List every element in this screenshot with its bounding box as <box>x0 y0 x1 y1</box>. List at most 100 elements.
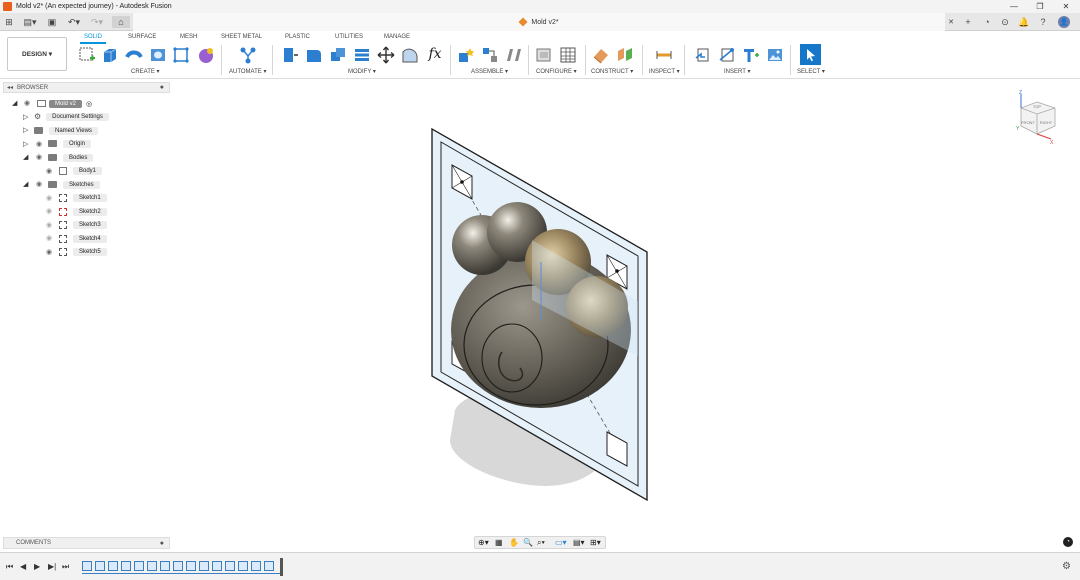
measure-icon[interactable] <box>655 46 673 64</box>
group-create[interactable]: CREATE ▾ <box>131 68 160 75</box>
visibility-eye-icon[interactable]: ◉ <box>46 221 52 229</box>
view-cube[interactable]: TOP FRONT RIGHT Z Y X <box>1016 88 1058 144</box>
comments-add-icon[interactable]: ● <box>160 540 164 547</box>
insert-mesh-icon[interactable] <box>718 46 736 64</box>
timeline-feature[interactable] <box>121 561 131 571</box>
insert-derive-icon[interactable] <box>694 46 712 64</box>
plane-at-angle-icon[interactable] <box>616 46 634 64</box>
timeline-feature[interactable] <box>199 561 209 571</box>
pan-icon[interactable]: ✋ <box>509 538 519 547</box>
browser-item-sketch3[interactable]: Sketch3 <box>59 219 107 230</box>
press-pull-icon[interactable] <box>281 46 299 64</box>
configure-design-icon[interactable] <box>535 46 553 64</box>
timeline-feature[interactable] <box>147 561 157 571</box>
joint-icon[interactable] <box>481 46 499 64</box>
move-copy-icon[interactable] <box>377 46 395 64</box>
minimize-button[interactable]: — <box>1001 0 1027 13</box>
visibility-eye-icon[interactable]: ◉ <box>46 234 52 242</box>
timeline-feature[interactable] <box>264 561 274 571</box>
group-automate[interactable]: AUTOMATE ▾ <box>229 68 266 75</box>
browser-item-body1[interactable]: Body1 <box>59 165 103 176</box>
tab-solid[interactable]: SOLID <box>84 34 102 40</box>
collapse-browser-icon[interactable]: ◂◂ <box>7 84 13 91</box>
browser-header[interactable]: ◂◂ BROWSER ● <box>3 82 170 93</box>
viewcube-right-label[interactable]: RIGHT <box>1040 120 1053 125</box>
home-icon[interactable]: ⌂ <box>112 16 130 28</box>
timeline-feature[interactable] <box>134 561 144 571</box>
tab-utilities[interactable]: UTILITIES <box>335 34 363 40</box>
parameters-fx-icon[interactable]: fx <box>426 46 444 64</box>
as-built-joint-icon[interactable] <box>505 46 523 64</box>
timeline-feature[interactable] <box>212 561 222 571</box>
zoom-icon[interactable]: 🔍 <box>523 538 533 547</box>
revolve-icon[interactable] <box>125 46 143 64</box>
tab-mesh[interactable]: MESH <box>180 34 197 40</box>
maximize-button[interactable]: ❐ <box>1027 0 1053 13</box>
create-sketch-icon[interactable] <box>78 46 96 64</box>
visibility-eye-icon[interactable]: ◉ <box>36 140 42 148</box>
group-construct[interactable]: CONSTRUCT ▾ <box>591 68 633 75</box>
expand-toggle-icon[interactable]: ▷ <box>23 126 28 134</box>
visibility-eye-icon[interactable]: ◉ <box>36 153 42 161</box>
timeline-feature[interactable] <box>160 561 170 571</box>
group-insert[interactable]: INSERT ▾ <box>724 68 750 75</box>
visibility-eye-icon[interactable]: ◉ <box>46 207 52 215</box>
new-component-icon[interactable] <box>457 46 475 64</box>
browser-item-document-settings[interactable]: ⚙ Document Settings <box>34 111 109 122</box>
group-inspect[interactable]: INSPECT ▾ <box>649 68 680 75</box>
close-window-button[interactable]: ✕ <box>1053 0 1079 13</box>
chat-icon[interactable]: ◔ <box>1063 537 1073 547</box>
insert-canvas-icon[interactable] <box>766 46 784 64</box>
tab-sheet-metal[interactable]: SHEET METAL <box>221 34 262 40</box>
help-icon[interactable]: ? <box>1037 16 1049 28</box>
timeline-feature[interactable] <box>95 561 105 571</box>
combine-icon[interactable] <box>329 46 347 64</box>
workspace-switcher[interactable]: DESIGN ▾ <box>7 37 67 71</box>
browser-item-sketch5[interactable]: Sketch5 <box>59 246 107 257</box>
timeline-feature[interactable] <box>186 561 196 571</box>
browser-item-sketch1[interactable]: Sketch1 <box>59 192 107 203</box>
expand-toggle-icon[interactable]: ▷ <box>23 113 28 121</box>
zoom-window-icon[interactable]: ⌕▾ <box>537 538 545 548</box>
timeline-feature[interactable] <box>238 561 248 571</box>
offset-plane-icon[interactable] <box>592 46 610 64</box>
configuration-table-icon[interactable] <box>559 46 577 64</box>
group-modify[interactable]: MODIFY ▾ <box>348 68 376 75</box>
redo-icon[interactable]: ↷▾ <box>88 16 106 28</box>
rectangle-pattern-icon[interactable] <box>172 46 190 64</box>
comments-panel[interactable]: COMMENTS ● <box>3 537 170 549</box>
timeline-forward-icon[interactable]: ▶| <box>48 562 56 571</box>
timeline-start-icon[interactable]: ⏮ <box>6 562 13 572</box>
grid-settings-icon[interactable]: ▤▾ <box>573 538 585 547</box>
shell-icon[interactable] <box>353 46 371 64</box>
browser-item-bodies[interactable]: Bodies <box>48 152 94 163</box>
automate-icon[interactable] <box>239 46 257 64</box>
document-tab[interactable]: Mold v2* <box>133 13 945 31</box>
notifications-icon[interactable]: 🔔 <box>1018 16 1030 28</box>
viewports-icon[interactable]: ⊞▾ <box>590 538 601 547</box>
timeline-feature[interactable] <box>108 561 118 571</box>
expand-toggle-icon[interactable]: ◢ <box>23 153 28 161</box>
user-avatar[interactable]: 👤 <box>1058 16 1070 28</box>
visibility-eye-icon[interactable]: ◉ <box>46 167 52 175</box>
file-menu-icon[interactable]: ▤▾ <box>21 16 39 28</box>
expand-toggle-icon[interactable]: ◢ <box>12 99 17 107</box>
timeline-feature[interactable] <box>225 561 235 571</box>
browser-root[interactable]: Mold v2 ◎ <box>37 98 92 109</box>
display-settings-icon[interactable]: ▭▾ <box>555 538 567 547</box>
orbit-icon[interactable]: ⊕▾ <box>478 538 489 547</box>
group-assemble[interactable]: ASSEMBLE ▾ <box>471 68 508 75</box>
app-grid-icon[interactable]: ⊞ <box>3 16 15 28</box>
hole-icon[interactable] <box>149 46 167 64</box>
canvas-viewport[interactable] <box>0 79 1080 534</box>
group-select[interactable]: SELECT ▾ <box>797 68 825 75</box>
viewcube-top-label[interactable]: TOP <box>1033 104 1041 109</box>
group-configure[interactable]: CONFIGURE ▾ <box>536 68 577 75</box>
timeline-back-icon[interactable]: ◀ <box>20 562 26 571</box>
tab-plastic[interactable]: PLASTIC <box>285 34 310 40</box>
close-tab-icon[interactable]: ✕ <box>946 16 956 28</box>
tab-surface[interactable]: SURFACE <box>128 34 156 40</box>
visibility-eye-icon[interactable]: ◉ <box>36 180 42 188</box>
browser-item-sketch4[interactable]: Sketch4 <box>59 233 107 244</box>
browser-item-sketches[interactable]: Sketches <box>48 179 100 190</box>
